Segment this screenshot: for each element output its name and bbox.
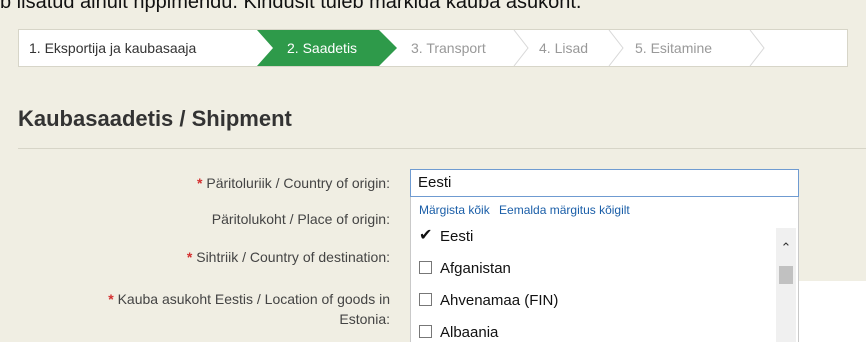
country-of-origin-input[interactable]: Eesti (410, 169, 799, 197)
label-location-line2: Estonia: (339, 311, 390, 327)
step-2-shipment[interactable]: 2. Saadetis (257, 30, 397, 66)
section-divider (18, 148, 866, 149)
chevron-separator-icon (749, 30, 765, 66)
background-panel (799, 281, 866, 342)
checkbox-checked-icon[interactable]: ✔ (419, 227, 432, 243)
label-location-of-goods: * Kauba asukoht Eestis / Location of goo… (108, 289, 390, 329)
checkbox-icon[interactable] (419, 292, 432, 306)
section-title: Kaubasaadetis / Shipment (18, 106, 292, 131)
step-3-transport[interactable]: 3. Transport (411, 30, 486, 66)
label-country-of-destination: * Sihtriik / Country of destination: (187, 247, 390, 267)
chevron-separator-icon (513, 30, 529, 66)
option-label: Afganistan (440, 260, 511, 277)
step-4-attachments[interactable]: 4. Lisad (539, 30, 588, 66)
cut-off-instruction-text: b lisatud ainult nppimendu. Kinduslt tul… (0, 0, 582, 13)
checkbox-icon[interactable] (419, 260, 432, 274)
step-1-exporter[interactable]: 1. Eksportija ja kaubasaaja (29, 30, 196, 66)
scrollbar-thumb[interactable] (779, 266, 793, 284)
option-label: Albaania (440, 324, 499, 341)
checkbox-icon[interactable] (419, 324, 432, 338)
chevron-separator-icon (608, 30, 624, 66)
dropdown-scrollbar[interactable]: ⌃ (776, 228, 796, 342)
select-all-link[interactable]: Märgista kõik (419, 203, 490, 217)
scroll-up-arrow-icon[interactable]: ⌃ (776, 240, 796, 256)
required-marker: * (108, 291, 114, 307)
country-dropdown-list: Märgista kõik Eemalda märgitus kõigilt ✔… (410, 197, 799, 342)
dropdown-actions: Märgista kõik Eemalda märgitus kõigilt (419, 203, 636, 217)
option-afganistan[interactable]: Afganistan (419, 257, 511, 281)
label-location-line1: Kauba asukoht Eestis / Location of goods… (117, 291, 390, 307)
label-place-of-origin: Päritolukoht / Place of origin: (211, 211, 390, 227)
required-marker: * (197, 175, 203, 191)
option-eesti[interactable]: ✔ Eesti (419, 225, 473, 249)
label-country-of-origin-text: Päritoluriik / Country of origin: (206, 175, 390, 191)
step-5-submit[interactable]: 5. Esitamine (635, 30, 712, 66)
option-ahvenamaa[interactable]: Ahvenamaa (FIN) (419, 289, 558, 313)
label-country-of-destination-text: Sihtriik / Country of destination: (196, 249, 390, 265)
label-country-of-origin: * Päritoluriik / Country of origin: (197, 173, 390, 193)
option-label: Ahvenamaa (FIN) (440, 292, 559, 309)
deselect-all-link[interactable]: Eemalda märgitus kõigilt (499, 203, 630, 217)
option-albaania[interactable]: Albaania (419, 321, 498, 342)
wizard-steps: 1. Eksportija ja kaubasaaja 2. Saadetis … (18, 29, 848, 67)
required-marker: * (186, 249, 193, 265)
step-2-label: 2. Saadetis (287, 40, 358, 56)
option-label: Eesti (440, 228, 474, 245)
